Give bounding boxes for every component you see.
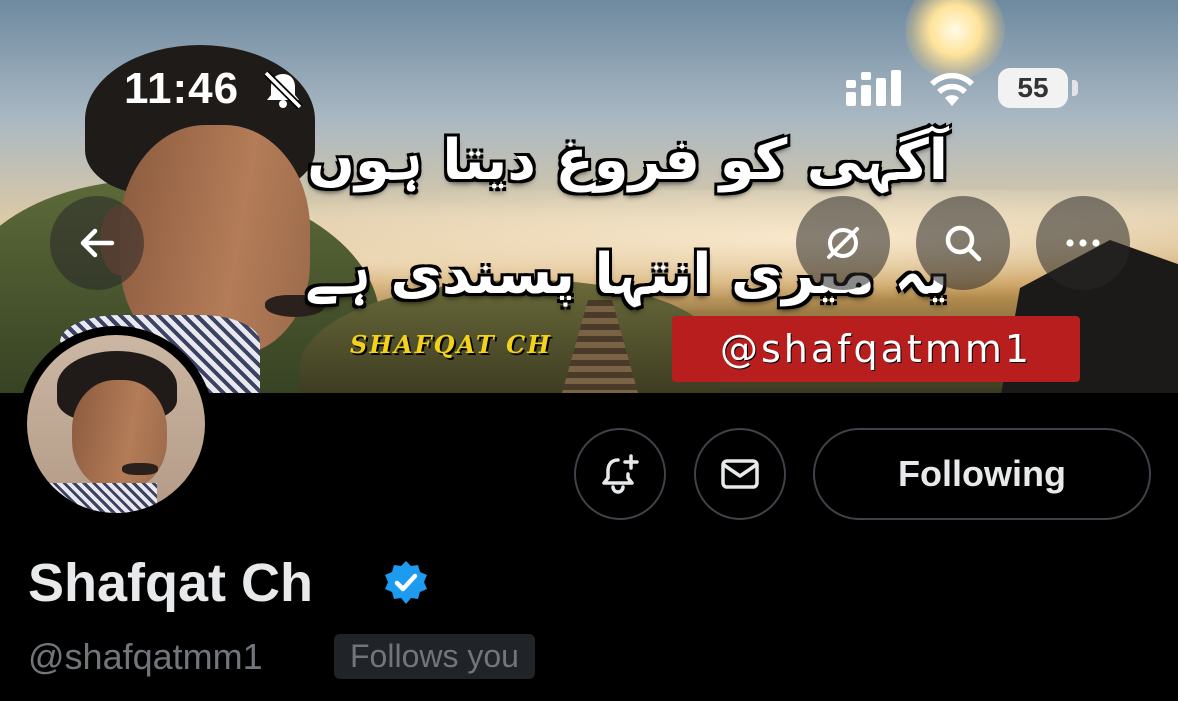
follows-you-badge: Follows you — [334, 634, 535, 679]
search-button[interactable] — [916, 196, 1010, 290]
battery-tip — [1072, 80, 1078, 96]
avatar[interactable] — [18, 326, 214, 522]
notifications-button[interactable] — [574, 428, 666, 520]
profile-handle: @shafqatmm1 — [28, 636, 263, 677]
bell-plus-icon — [602, 454, 639, 494]
status-time: 11:46 — [124, 64, 240, 113]
back-button[interactable] — [50, 196, 144, 290]
battery-indicator: 55 — [998, 68, 1068, 108]
back-arrow-icon — [80, 228, 115, 258]
search-icon — [945, 225, 982, 262]
display-name: Shafqat Ch — [28, 553, 314, 613]
banner-sun — [905, 0, 1005, 80]
avatar-photo — [27, 335, 205, 513]
more-options-button[interactable] — [1036, 196, 1130, 290]
cellular-signal-icon — [846, 70, 901, 106]
following-button[interactable]: Following — [813, 428, 1151, 520]
grok-icon — [827, 227, 859, 259]
more-icon — [1066, 239, 1100, 247]
wifi-icon — [930, 72, 974, 106]
profile-banner[interactable]: آگہی کو فروغ دیتا ہوں یہ میری انتہا پسند… — [0, 0, 1178, 393]
grok-button[interactable] — [796, 196, 890, 290]
banner-urdu-line-1: آگہی کو فروغ دیتا ہوں — [307, 128, 948, 193]
envelope-icon — [721, 459, 759, 489]
bell-slash-icon — [263, 70, 303, 110]
verified-badge-icon — [385, 561, 427, 604]
message-button[interactable] — [694, 428, 786, 520]
banner-handle-tag: @shafqatmm1 — [672, 316, 1080, 382]
banner-signature: SHAFQAT CH — [350, 330, 552, 359]
